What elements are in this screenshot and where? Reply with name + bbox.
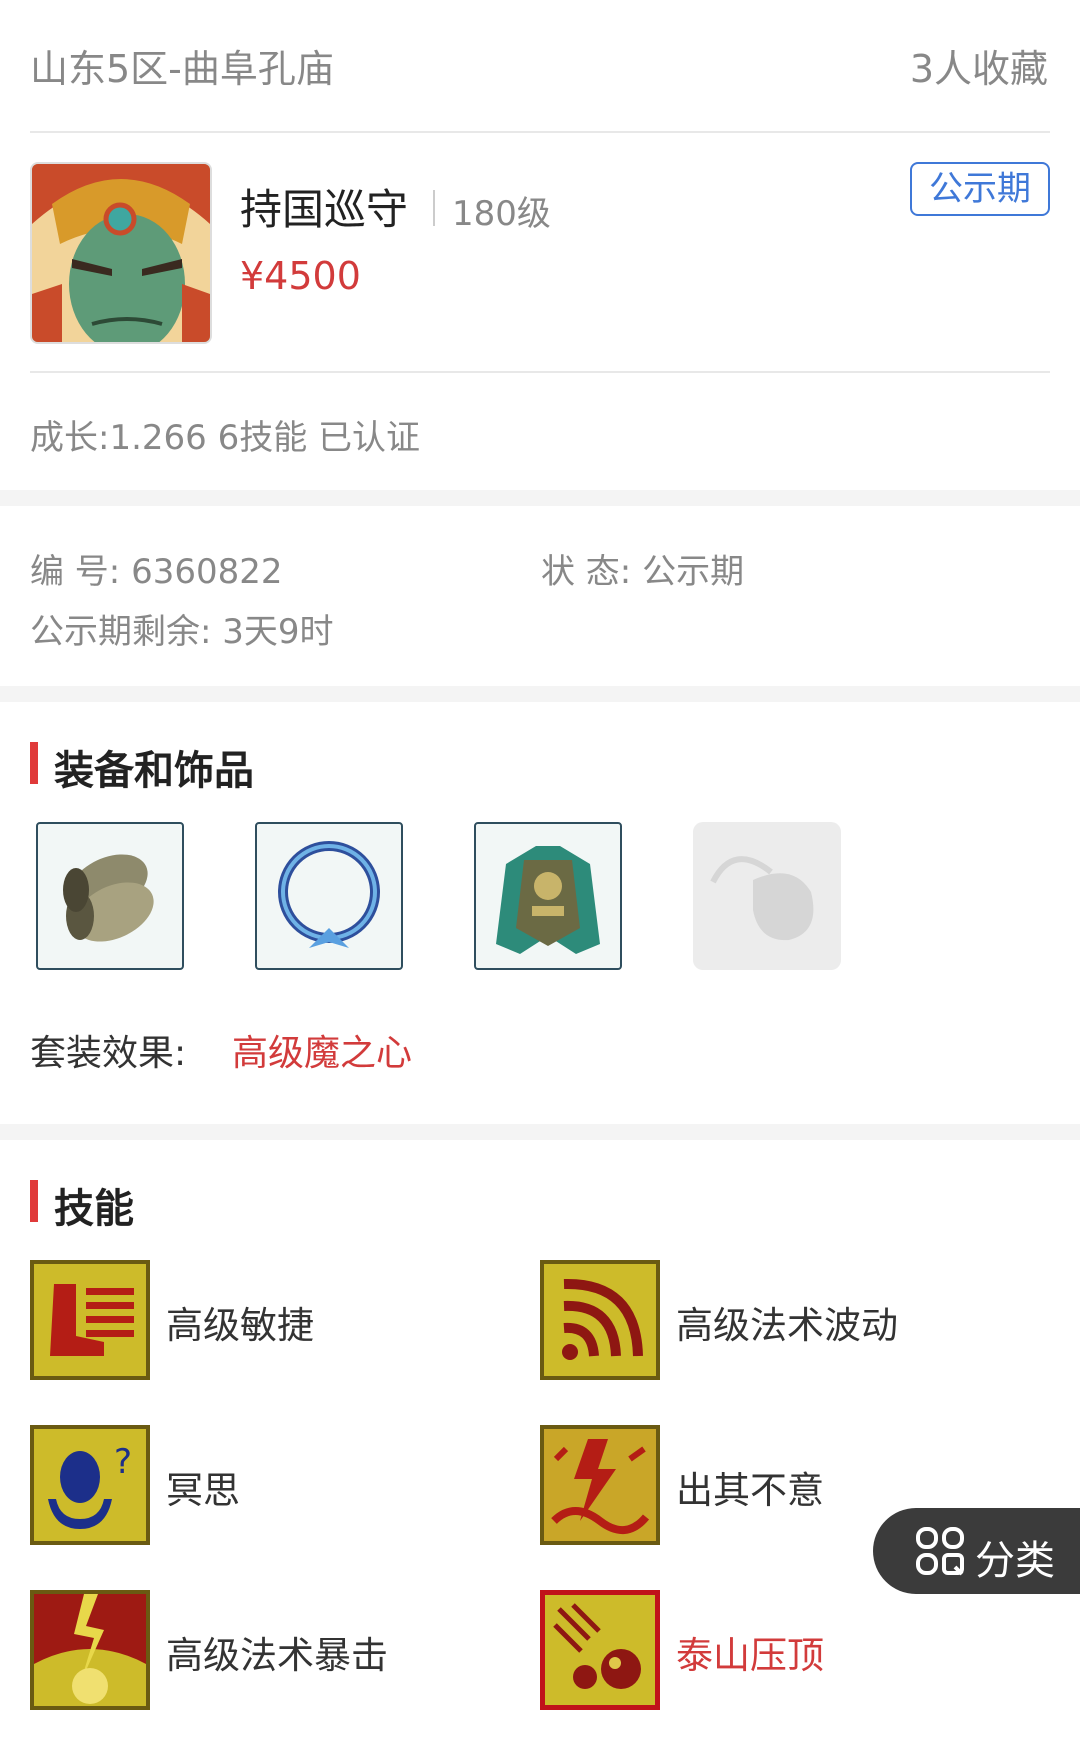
equipment-slot-1[interactable] (36, 822, 184, 970)
serial-number: 6360822 (131, 552, 283, 592)
crit-icon (34, 1594, 146, 1706)
equipment-title: 装备和饰品 (54, 748, 254, 794)
status-badge: 公示期 (910, 162, 1050, 216)
serial-label: 编 号: (30, 552, 132, 592)
status-row: 状 态: 公示期 (541, 544, 744, 593)
skills-title: 技能 (54, 1186, 134, 1232)
server-name: 山东5区-曲阜孔庙 (30, 47, 334, 91)
remain-label: 公示期剩余: (30, 612, 223, 652)
set-effect-label: 套装效果: (30, 1033, 187, 1074)
skill-icon-3[interactable]: ? (30, 1425, 150, 1545)
skill-icon-1[interactable] (30, 1260, 150, 1380)
skill-icon-4[interactable] (540, 1425, 660, 1545)
name-divider (433, 190, 435, 226)
skill-name-5: 高级法术暴击 (166, 1634, 388, 1677)
remain-row: 公示期剩余: 3天9时 (30, 604, 334, 653)
info-card: 编 号: 6360822 状 态: 公示期 公示期剩余: 3天9时 (0, 506, 1080, 686)
skill-icon-2[interactable] (540, 1260, 660, 1380)
meditate-icon: ? (34, 1429, 146, 1541)
wave-icon (544, 1264, 656, 1376)
skills-card: 技能 高级敏捷 高级法术波动 ? 冥思 出其不意 高级法术暴击 泰山压顶 (0, 1140, 1080, 1759)
ring-icon (278, 841, 380, 948)
skill-name-2: 高级法术波动 (676, 1304, 898, 1347)
status-label: 状 态: (541, 552, 643, 592)
set-effect-value[interactable]: 高级魔之心 (232, 1024, 412, 1076)
equipment-slot-2[interactable] (255, 822, 403, 970)
category-grid-icon (916, 1527, 964, 1576)
skill-name-3: 冥思 (166, 1469, 240, 1512)
item-price: ¥4500 (240, 254, 361, 298)
category-float-button[interactable]: 分类 (873, 1508, 1080, 1594)
skill-name-4: 出其不意 (676, 1469, 824, 1512)
surprise-icon (544, 1429, 656, 1541)
equipment-card: 装备和饰品 套装效果: 高级魔之心 (0, 702, 1080, 1124)
skill-name-6: 泰山压顶 (676, 1634, 824, 1677)
serial-row: 编 号: 6360822 (30, 544, 283, 593)
item-level: 180级 (452, 194, 551, 234)
boot-speed-icon (34, 1264, 146, 1376)
section-marker (30, 742, 38, 784)
equipment-slot-3[interactable] (474, 822, 622, 970)
character-avatar[interactable] (30, 162, 212, 344)
skill-name-1: 高级敏捷 (166, 1304, 314, 1347)
remain-value: 3天9时 (222, 612, 334, 652)
equipment-slot-4[interactable] (693, 822, 841, 970)
summary-card: 山东5区-曲阜孔庙 3人收藏 持国巡守 180级 ¥4500 公示期 成长:1.… (0, 0, 1080, 490)
boulder-icon (545, 1595, 655, 1705)
empty-slot-icon (710, 856, 814, 941)
item-summary: 成长:1.266 6技能 已认证 (30, 418, 421, 458)
section-marker (30, 1180, 38, 1222)
svg-text:?: ? (114, 1442, 132, 1482)
armor-icon (496, 846, 600, 954)
status-value: 公示期 (642, 552, 745, 592)
avatar-image (32, 164, 210, 342)
skill-icon-5[interactable] (30, 1590, 150, 1710)
category-label: 分类 (975, 1538, 1055, 1584)
skill-icon-6[interactable] (540, 1590, 660, 1710)
bracer-icon (63, 854, 154, 942)
favorite-count[interactable]: 3人收藏 (910, 38, 1048, 93)
item-name: 持国巡守 (240, 185, 409, 234)
